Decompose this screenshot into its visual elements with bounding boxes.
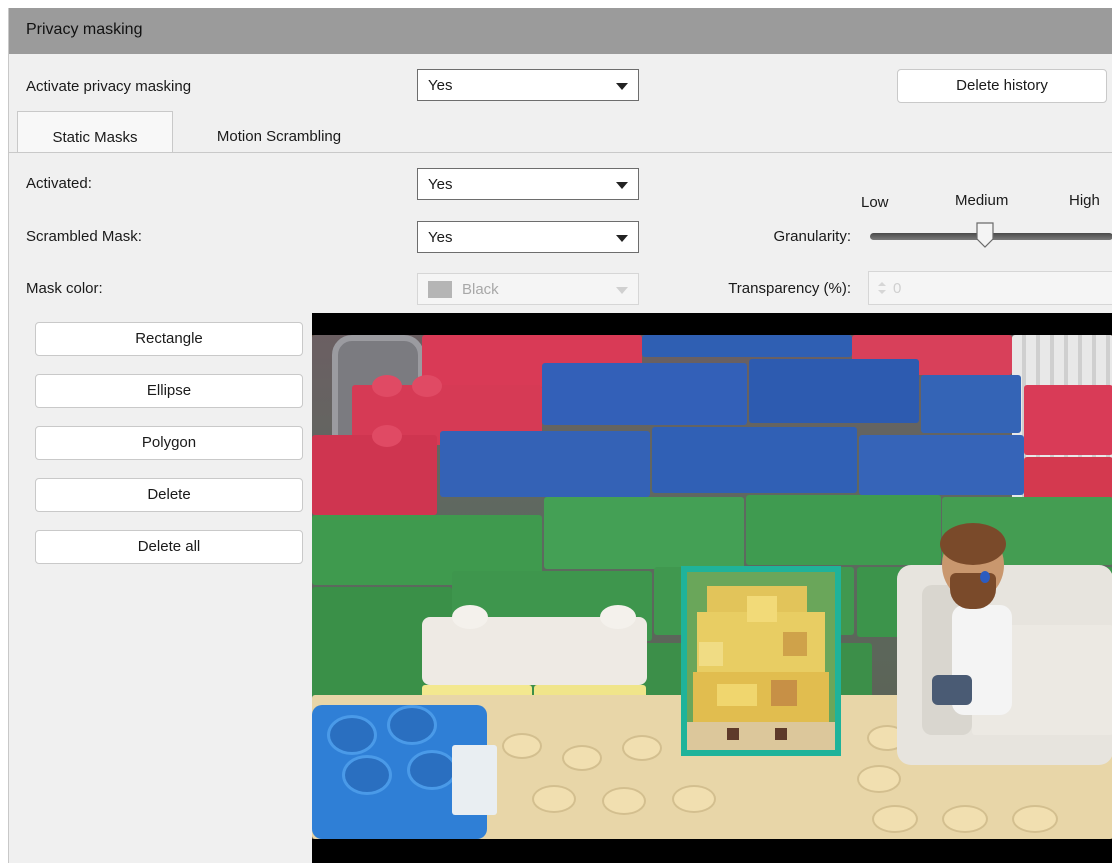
delete-all-button[interactable]: Delete all: [35, 530, 303, 564]
privacy-masking-panel: Privacy masking Activate privacy masking…: [8, 8, 1112, 863]
granularity-low-label: Low: [861, 194, 889, 211]
delete-history-button[interactable]: Delete history: [897, 69, 1107, 103]
panel-title: Privacy masking: [26, 21, 143, 38]
slider-thumb[interactable]: [975, 222, 995, 248]
delete-button[interactable]: Delete: [35, 478, 303, 512]
chevron-down-icon: [616, 83, 628, 90]
activate-privacy-masking-label: Activate privacy masking: [26, 78, 192, 95]
granularity-medium-label: Medium: [955, 192, 1009, 209]
panel-header: Privacy masking: [9, 8, 1112, 54]
chevron-down-icon: [616, 287, 628, 294]
color-swatch: [428, 281, 452, 298]
granularity-high-label: High: [1069, 192, 1100, 209]
scrambled-mask-value: Yes: [428, 229, 453, 246]
tab-static-masks[interactable]: Static Masks: [17, 111, 173, 153]
activated-label: Activated:: [26, 175, 92, 192]
mask-color-label: Mask color:: [26, 280, 103, 297]
scrambled-mask-select[interactable]: Yes: [417, 221, 639, 253]
activate-privacy-masking-value: Yes: [428, 77, 453, 94]
granularity-label: Granularity:: [773, 228, 851, 245]
spinner-icon[interactable]: [877, 280, 887, 296]
activated-value: Yes: [428, 176, 453, 193]
transparency-label: Transparency (%):: [728, 280, 851, 297]
mask-color-value: Black: [462, 281, 499, 298]
rectangle-button[interactable]: Rectangle: [35, 322, 303, 356]
tab-divider: [9, 152, 1112, 153]
ellipse-button[interactable]: Ellipse: [35, 374, 303, 408]
chevron-down-icon: [616, 235, 628, 242]
tab-motion-scrambling[interactable]: Motion Scrambling: [179, 111, 379, 153]
camera-preview[interactable]: [312, 313, 1112, 863]
activate-privacy-masking-select[interactable]: Yes: [417, 69, 639, 101]
camera-image: [312, 335, 1112, 839]
mask-color-select[interactable]: Black: [417, 273, 639, 305]
transparency-input[interactable]: 0: [868, 271, 1112, 305]
privacy-mask-rectangle[interactable]: [681, 566, 841, 756]
polygon-button[interactable]: Polygon: [35, 426, 303, 460]
activated-select[interactable]: Yes: [417, 168, 639, 200]
chevron-down-icon: [616, 182, 628, 189]
scrambled-mask-label: Scrambled Mask:: [26, 228, 142, 245]
transparency-value: 0: [893, 280, 902, 297]
